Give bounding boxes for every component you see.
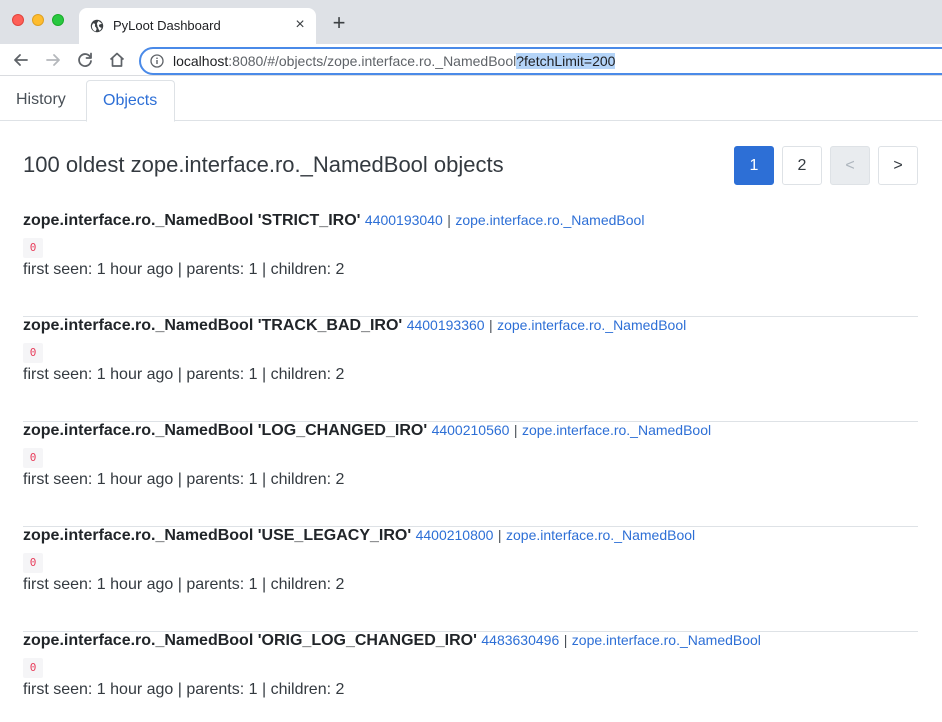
- url-host: localhost: [173, 53, 229, 69]
- object-name: zope.interface.ro._NamedBool 'TRACK_BAD_…: [23, 317, 403, 334]
- url-text[interactable]: localhost:8080/#/objects/zope.interface.…: [173, 53, 616, 69]
- separator: |: [513, 422, 518, 438]
- window-maximize-button[interactable]: [52, 14, 64, 26]
- object-meta: first seen: 1 hour ago | parents: 1 | ch…: [23, 366, 345, 383]
- address-bar[interactable]: localhost:8080/#/objects/zope.interface.…: [139, 47, 942, 75]
- object-name: zope.interface.ro._NamedBool 'LOG_CHANGE…: [23, 422, 428, 439]
- pagination-page-1[interactable]: 1: [734, 146, 774, 185]
- object-title: zope.interface.ro._NamedBool 'LOG_CHANGE…: [23, 422, 711, 440]
- pagination-prev-button[interactable]: <: [830, 146, 870, 185]
- object-type-link[interactable]: zope.interface.ro._NamedBool: [506, 527, 695, 543]
- list-item: zope.interface.ro._NamedBool 'STRICT_IRO…: [23, 212, 918, 317]
- object-type-link[interactable]: zope.interface.ro._NamedBool: [497, 317, 686, 333]
- object-id-link[interactable]: 4483630496: [481, 632, 559, 648]
- size-badge: 0: [23, 238, 43, 258]
- object-title: zope.interface.ro._NamedBool 'USE_LEGACY…: [23, 527, 695, 545]
- list-item: zope.interface.ro._NamedBool 'TRACK_BAD_…: [23, 317, 918, 422]
- page-title: 100 oldest zope.interface.ro._NamedBool …: [23, 152, 504, 177]
- browser-titlebar: PyLoot Dashboard × +: [0, 0, 942, 44]
- object-meta: first seen: 1 hour ago | parents: 1 | ch…: [23, 471, 345, 488]
- separator: |: [489, 317, 493, 333]
- object-title: zope.interface.ro._NamedBool 'ORIG_LOG_C…: [23, 632, 761, 650]
- object-name: zope.interface.ro._NamedBool 'STRICT_IRO…: [23, 212, 361, 229]
- object-title: zope.interface.ro._NamedBool 'TRACK_BAD_…: [23, 317, 686, 335]
- back-arrow-icon[interactable]: [10, 49, 32, 71]
- app-nav-tabs: History Objects: [0, 76, 942, 122]
- info-icon[interactable]: [150, 54, 164, 68]
- object-id-link[interactable]: 4400210560: [432, 422, 510, 438]
- object-type-link[interactable]: zope.interface.ro._NamedBool: [455, 212, 644, 228]
- tab-history[interactable]: History: [0, 80, 82, 121]
- pagination-next-button[interactable]: >: [878, 146, 918, 185]
- window-close-button[interactable]: [12, 14, 24, 26]
- size-badge: 0: [23, 658, 43, 678]
- url-selected-query: ?fetchLimit=200: [516, 53, 616, 69]
- browser-toolbar: localhost:8080/#/objects/zope.interface.…: [0, 44, 942, 76]
- tab-title: PyLoot Dashboard: [113, 18, 221, 33]
- size-badge: 0: [23, 448, 43, 468]
- object-type-link[interactable]: zope.interface.ro._NamedBool: [572, 632, 761, 648]
- home-icon[interactable]: [106, 49, 128, 71]
- object-meta: first seen: 1 hour ago | parents: 1 | ch…: [23, 576, 345, 593]
- object-name: zope.interface.ro._NamedBool 'ORIG_LOG_C…: [23, 632, 477, 649]
- object-meta: first seen: 1 hour ago | parents: 1 | ch…: [23, 681, 345, 698]
- object-id-link[interactable]: 4400193360: [407, 317, 485, 333]
- object-meta: first seen: 1 hour ago | parents: 1 | ch…: [23, 261, 345, 278]
- globe-icon: [90, 19, 104, 33]
- reload-icon[interactable]: [74, 49, 96, 71]
- separator: |: [447, 212, 451, 228]
- window-minimize-button[interactable]: [32, 14, 44, 26]
- forward-arrow-icon[interactable]: [42, 49, 64, 71]
- separator: |: [563, 632, 568, 648]
- pagination-page-2[interactable]: 2: [782, 146, 822, 185]
- object-id-link[interactable]: 4400193040: [365, 212, 443, 228]
- url-path: :8080/#/objects/zope.interface.ro._Named…: [228, 53, 517, 69]
- list-item: zope.interface.ro._NamedBool 'LOG_CHANGE…: [23, 422, 918, 527]
- object-title: zope.interface.ro._NamedBool 'STRICT_IRO…: [23, 212, 644, 230]
- tab-objects[interactable]: Objects: [86, 80, 175, 122]
- object-type-link[interactable]: zope.interface.ro._NamedBool: [522, 422, 711, 438]
- new-tab-button[interactable]: +: [328, 12, 350, 35]
- object-name: zope.interface.ro._NamedBool 'USE_LEGACY…: [23, 527, 412, 544]
- tab-close-icon[interactable]: ×: [292, 17, 308, 33]
- size-badge: 0: [23, 553, 43, 573]
- list-item: zope.interface.ro._NamedBool 'ORIG_LOG_C…: [23, 632, 918, 722]
- object-id-link[interactable]: 4400210800: [416, 527, 494, 543]
- list-item: zope.interface.ro._NamedBool 'USE_LEGACY…: [23, 527, 918, 632]
- size-badge: 0: [23, 343, 43, 363]
- browser-tab[interactable]: PyLoot Dashboard ×: [79, 8, 316, 44]
- separator: |: [497, 527, 502, 543]
